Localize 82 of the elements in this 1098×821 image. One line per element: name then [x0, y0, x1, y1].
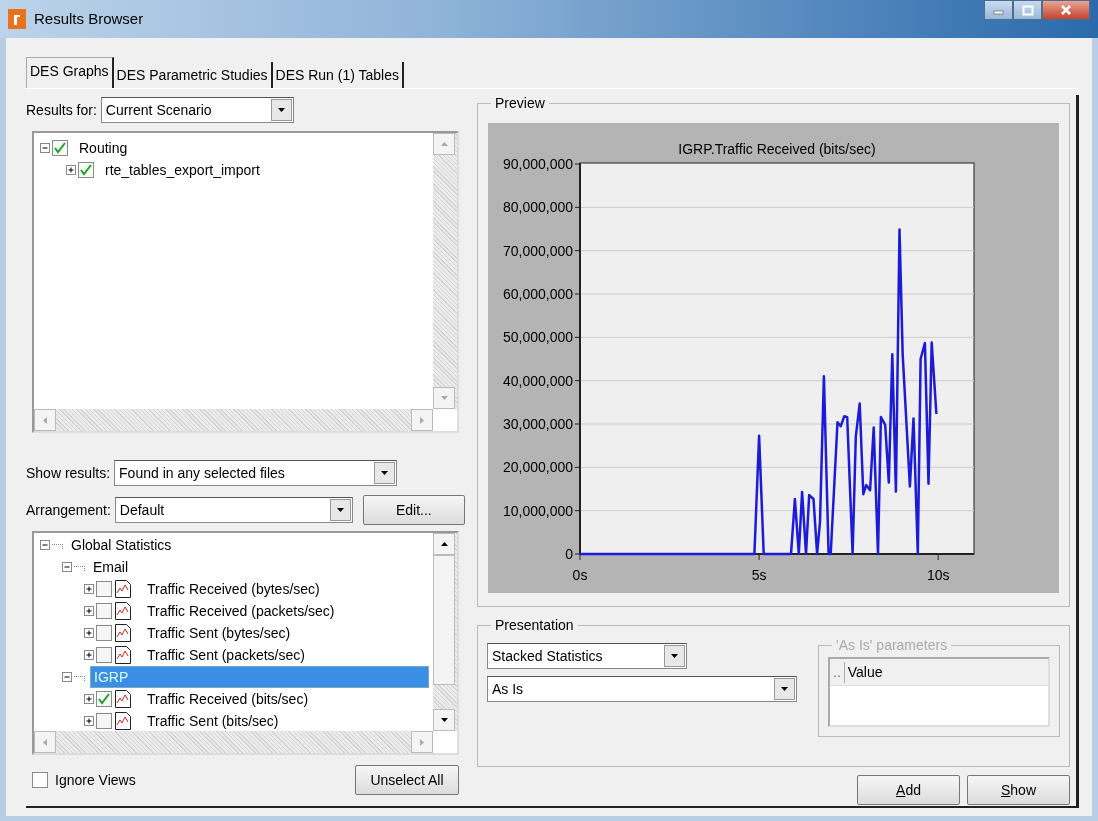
collapse-icon[interactable]	[40, 143, 50, 153]
tick-label: 0	[565, 546, 573, 562]
field-label: Show results:	[26, 463, 111, 483]
close-icon	[1060, 4, 1072, 16]
collapse-icon[interactable]	[40, 540, 50, 550]
group-title: Preview	[494, 95, 546, 111]
expand-icon[interactable]	[84, 606, 94, 616]
arrangement-dropdown[interactable]: Default	[114, 497, 353, 523]
expand-icon[interactable]	[84, 716, 94, 726]
maximize-icon	[1021, 4, 1034, 16]
window-title: Results Browser	[34, 8, 144, 29]
expand-icon[interactable]	[84, 584, 94, 594]
tick-label: 10,000,000	[502, 502, 573, 519]
checkbox[interactable]	[32, 772, 48, 788]
tree-item[interactable]: Traffic Sent (bytes/sec)	[144, 623, 294, 643]
expand-icon[interactable]	[84, 650, 94, 660]
chart-document-icon	[114, 711, 132, 731]
checkbox[interactable]	[96, 581, 112, 597]
tree-item[interactable]: Traffic Sent (bits/sec)	[144, 711, 282, 731]
chart-title: IGRP.Traffic Received (bits/sec)	[678, 141, 876, 157]
dialog-button[interactable]: Show	[967, 775, 1070, 805]
tick-label: 5s	[751, 567, 767, 583]
group-title: Presentation	[494, 617, 575, 633]
horizontal-scrollbar[interactable]	[34, 409, 433, 431]
dialog-button[interactable]: Add	[857, 775, 960, 805]
tick-label: 0s	[572, 567, 588, 583]
checkbox[interactable]	[78, 162, 94, 178]
column-header: ..	[830, 661, 845, 683]
group-title: 'As Is' parameters	[835, 637, 949, 653]
checkbox[interactable]	[96, 603, 112, 619]
filter-dropdown[interactable]: As Is	[487, 676, 797, 702]
field-label: Arrangement:	[26, 500, 111, 520]
tick-label: 30,000,000	[502, 416, 573, 432]
chart-document-icon	[114, 623, 132, 643]
tree-item[interactable]: Traffic Received (bytes/sec)	[144, 579, 323, 599]
tab[interactable]: DES Parametric Studies	[113, 62, 273, 88]
chart-document-icon	[114, 579, 132, 599]
column-header: Value	[846, 662, 884, 682]
results-for-dropdown[interactable]: Current Scenario	[100, 97, 294, 123]
expand-icon[interactable]	[66, 165, 76, 175]
checkbox[interactable]	[96, 713, 112, 729]
chart-document-icon	[114, 645, 132, 665]
tick-label: 90,000,000	[502, 156, 573, 172]
tick-label: 10s	[926, 567, 950, 583]
field-label: Results for:	[26, 100, 97, 120]
tab[interactable]: DES Graphs	[26, 57, 114, 88]
tab[interactable]: DES Run (1) Tables	[272, 62, 404, 88]
chart-document-icon	[114, 689, 132, 709]
show-results-dropdown[interactable]: Found in any selected files	[114, 460, 398, 486]
tick-label: 20,000,000	[502, 459, 573, 476]
tree-item[interactable]: Routing	[76, 138, 131, 158]
vertical-scrollbar[interactable]	[433, 133, 457, 409]
checkbox[interactable]	[96, 691, 112, 707]
minimize-button[interactable]	[984, 0, 1013, 20]
tree-item[interactable]: Traffic Sent (packets/sec)	[144, 645, 308, 665]
checkbox[interactable]	[96, 625, 112, 641]
unselect-all-button[interactable]: Unselect All	[355, 765, 459, 795]
tick-label: 70,000,000	[502, 242, 573, 259]
tree-item[interactable]: Traffic Received (packets/sec)	[144, 601, 338, 621]
edit-button[interactable]: Edit...	[362, 495, 465, 525]
tick-label: 50,000,000	[502, 329, 573, 346]
tree-item[interactable]: rte_tables_export_import	[102, 160, 263, 180]
presentation-dropdown[interactable]: Stacked Statistics	[487, 643, 687, 669]
tree-item[interactable]: Global Statistics	[68, 535, 175, 555]
tree-item[interactable]: Email	[90, 557, 131, 577]
app-icon	[8, 9, 26, 29]
checkbox-label[interactable]: Ignore Views	[55, 769, 136, 791]
tick-label: 60,000,000	[502, 286, 573, 302]
expand-icon[interactable]	[84, 628, 94, 638]
vertical-scrollbar[interactable]	[433, 533, 457, 731]
tree-item[interactable]: Traffic Received (bits/sec)	[144, 689, 312, 709]
chart-document-icon	[114, 601, 132, 621]
checkbox[interactable]	[52, 140, 68, 156]
collapse-icon[interactable]	[62, 672, 72, 682]
expand-icon[interactable]	[84, 694, 94, 704]
tick-label: 40,000,000	[502, 372, 573, 389]
checkbox[interactable]	[96, 647, 112, 663]
horizontal-scrollbar[interactable]	[34, 731, 433, 753]
collapse-icon[interactable]	[62, 562, 72, 572]
close-button[interactable]	[1042, 0, 1090, 20]
tick-label: 80,000,000	[502, 199, 573, 216]
maximize-button[interactable]	[1013, 0, 1042, 20]
